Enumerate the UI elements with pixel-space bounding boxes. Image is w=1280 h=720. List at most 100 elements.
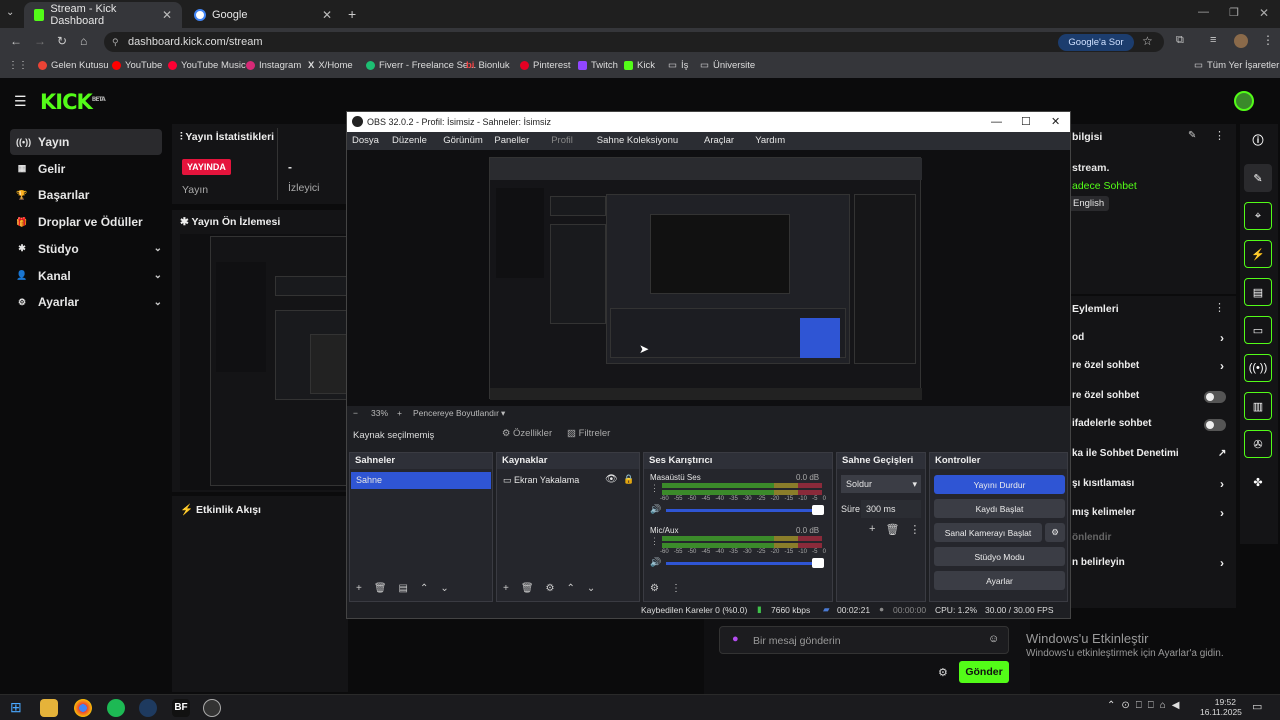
action-row[interactable]: n belirleyin › bbox=[1072, 556, 1232, 573]
all-bookmarks[interactable]: ▭ Tüm Yer İşaretleri bbox=[1194, 60, 1280, 71]
close-tab-icon[interactable]: ✕ bbox=[322, 8, 332, 22]
settings-button[interactable]: Ayarlar bbox=[934, 571, 1065, 590]
duration-input[interactable]: 300 ms bbox=[861, 500, 921, 518]
target-icon[interactable]: ⌖ bbox=[1244, 202, 1272, 230]
bookmark-folder-universite[interactable]: ▭ Üniversite bbox=[700, 60, 755, 71]
sidebar-item-3[interactable]: 🎁 Droplar ve Ödüller bbox=[10, 209, 162, 235]
steam-icon[interactable] bbox=[139, 699, 157, 717]
channel-menu-icon[interactable]: ⋮ bbox=[650, 536, 659, 547]
gear-icon[interactable]: ⚙ bbox=[546, 583, 555, 594]
edit-pencil-icon[interactable]: ✎ bbox=[1188, 130, 1196, 141]
zoom-dropdown-icon[interactable]: ▾ bbox=[501, 408, 505, 419]
down-icon[interactable]: ⌄ bbox=[440, 583, 448, 594]
chat-settings-icon[interactable]: ⚙ bbox=[938, 666, 948, 679]
speaker-icon[interactable]: 🔊 bbox=[650, 504, 661, 515]
bookmark-pinterest[interactable]: Pinterest bbox=[520, 60, 571, 71]
more-options-icon[interactable]: ⋮ bbox=[1214, 301, 1225, 314]
filters-button[interactable]: ▨ Filtreler bbox=[567, 428, 613, 444]
add-icon[interactable]: + bbox=[869, 523, 875, 536]
notifications-icon[interactable]: ▭ bbox=[1252, 700, 1262, 713]
more-options-icon[interactable]: ⋮ bbox=[1214, 129, 1225, 142]
bookmark-folder-is[interactable]: ▭ İş bbox=[668, 60, 688, 71]
close-tab-icon[interactable]: ✕ bbox=[162, 8, 172, 22]
sidebar-item-1[interactable]: ▦ Gelir bbox=[10, 156, 162, 182]
action-row[interactable]: ifadelerle sohbet bbox=[1072, 418, 1232, 434]
spotify-icon[interactable] bbox=[107, 699, 125, 717]
back-icon[interactable]: ← bbox=[10, 34, 22, 48]
bookmark-gmail[interactable]: Gelen Kutusu bbox=[38, 60, 109, 71]
toggle-switch[interactable] bbox=[1204, 419, 1226, 431]
tab-kick-dashboard[interactable]: Stream - Kick Dashboard ✕ bbox=[24, 2, 182, 28]
obs-menu-item[interactable]: Profil bbox=[551, 135, 573, 146]
add-icon[interactable]: + bbox=[356, 583, 362, 594]
trash-icon[interactable]: 🗑 bbox=[885, 523, 899, 536]
obs-close-icon[interactable]: ✕ bbox=[1051, 112, 1060, 132]
layers-icon[interactable]: ▥ bbox=[1244, 392, 1272, 420]
obs-menu-item[interactable]: Paneller bbox=[494, 135, 529, 146]
user-avatar[interactable] bbox=[1234, 91, 1254, 111]
action-row[interactable]: re özel sohbet bbox=[1072, 390, 1232, 406]
bolt-icon[interactable]: ⚡ bbox=[1244, 240, 1272, 268]
zoom-in-button[interactable]: + bbox=[397, 408, 402, 418]
forward-icon[interactable]: → bbox=[34, 34, 46, 48]
lock-icon[interactable]: 🔒 bbox=[623, 474, 634, 485]
chat-icon[interactable]: ▭ bbox=[1244, 316, 1272, 344]
apps-grid-icon[interactable]: ⋮⋮ bbox=[8, 60, 28, 71]
broadcast-icon[interactable]: ((•)) bbox=[1244, 354, 1272, 382]
volume-slider[interactable] bbox=[666, 562, 816, 565]
tab-list-chevron-icon[interactable]: ⌄ bbox=[6, 7, 14, 18]
new-tab-icon[interactable]: + bbox=[348, 6, 356, 22]
bookmark-youtube-music[interactable]: YouTube Music bbox=[168, 60, 246, 71]
zoom-out-button[interactable]: − bbox=[353, 408, 358, 418]
down-icon[interactable]: ⌄ bbox=[587, 583, 595, 594]
maximize-icon[interactable]: ❐ bbox=[1229, 6, 1239, 19]
trash-icon[interactable]: 🗑 bbox=[521, 583, 534, 594]
bookmark-instagram[interactable]: Instagram bbox=[246, 60, 301, 71]
sidebar-item-0[interactable]: ((•)) Yayın bbox=[10, 129, 162, 155]
edit-icon[interactable]: ✎ bbox=[1244, 164, 1272, 192]
up-icon[interactable]: ⌃ bbox=[567, 583, 575, 594]
google-ask-button[interactable]: Google'a Sor bbox=[1058, 34, 1134, 51]
add-icon[interactable]: + bbox=[503, 583, 509, 594]
start-recording-button[interactable]: Kaydı Başlat bbox=[934, 499, 1065, 518]
sidebar-item-2[interactable]: 🏆 Başarılar bbox=[10, 182, 162, 208]
scene-item[interactable]: Sahne bbox=[351, 472, 491, 489]
action-row[interactable]: ka ile Sohbet Denetimi ↗ bbox=[1072, 448, 1232, 464]
sidebar-item-4[interactable]: ✱ Stüdyo ⌄ bbox=[10, 236, 162, 262]
obs-menu-item[interactable]: Düzenle bbox=[392, 135, 427, 146]
action-row[interactable]: mış kelimeler › bbox=[1072, 506, 1232, 523]
start-virtual-camera-button[interactable]: Sanal Kamerayı Başlat bbox=[934, 523, 1042, 542]
extensions-icon[interactable]: ⧉ bbox=[1176, 34, 1184, 47]
puzzle-icon[interactable]: ✤ bbox=[1244, 468, 1272, 496]
info-icon[interactable]: ⓘ bbox=[1244, 126, 1272, 154]
audio-settings-icon[interactable]: ⚙ bbox=[650, 583, 659, 594]
transition-select[interactable]: Soldur ▾ bbox=[841, 475, 921, 493]
obs-taskbar-icon[interactable] bbox=[203, 699, 221, 717]
system-tray-icons[interactable]: ⌃⊙⎕⎕⌂◀ bbox=[1107, 700, 1186, 711]
chrome-menu-icon[interactable]: ⋮ bbox=[1262, 33, 1274, 47]
bookmark-bionluk[interactable]: bi Bionluk bbox=[466, 60, 510, 71]
bookmark-youtube[interactable]: YouTube bbox=[112, 60, 162, 71]
profile-avatar[interactable] bbox=[1234, 34, 1248, 48]
bookmark-fiverr[interactable]: Fiverr - Freelance Se... bbox=[366, 60, 476, 71]
microphone-icon[interactable]: ● bbox=[732, 633, 739, 645]
studio-mode-button[interactable]: Stüdyo Modu bbox=[934, 547, 1065, 566]
action-row[interactable]: şı kısıtlaması › bbox=[1072, 477, 1232, 494]
more-icon[interactable]: ⋮ bbox=[909, 523, 920, 536]
volume-knob[interactable] bbox=[812, 505, 824, 515]
bookmark-x[interactable]: X X/Home bbox=[308, 60, 353, 71]
channel-menu-icon[interactable]: ⋮ bbox=[650, 483, 659, 494]
obs-minimize-icon[interactable]: — bbox=[991, 112, 1002, 132]
trash-icon[interactable]: 🗑 bbox=[374, 583, 387, 594]
send-button[interactable]: Gönder bbox=[959, 661, 1009, 683]
chrome-icon[interactable] bbox=[74, 699, 92, 717]
speaker-icon[interactable]: 🔊 bbox=[650, 557, 661, 568]
site-info-icon[interactable]: ⚲ bbox=[112, 32, 119, 52]
bookmark-twitch[interactable]: Twitch bbox=[578, 60, 618, 71]
app-bf-icon[interactable]: BF bbox=[172, 699, 190, 717]
emoji-icon[interactable]: ☺ bbox=[988, 633, 999, 645]
toggle-switch[interactable] bbox=[1204, 391, 1226, 403]
obs-menu-item[interactable]: Sahne Koleksiyonu bbox=[597, 135, 678, 146]
obs-maximize-icon[interactable]: ☐ bbox=[1021, 112, 1031, 132]
clipboard-icon[interactable]: ▤ bbox=[1244, 278, 1272, 306]
